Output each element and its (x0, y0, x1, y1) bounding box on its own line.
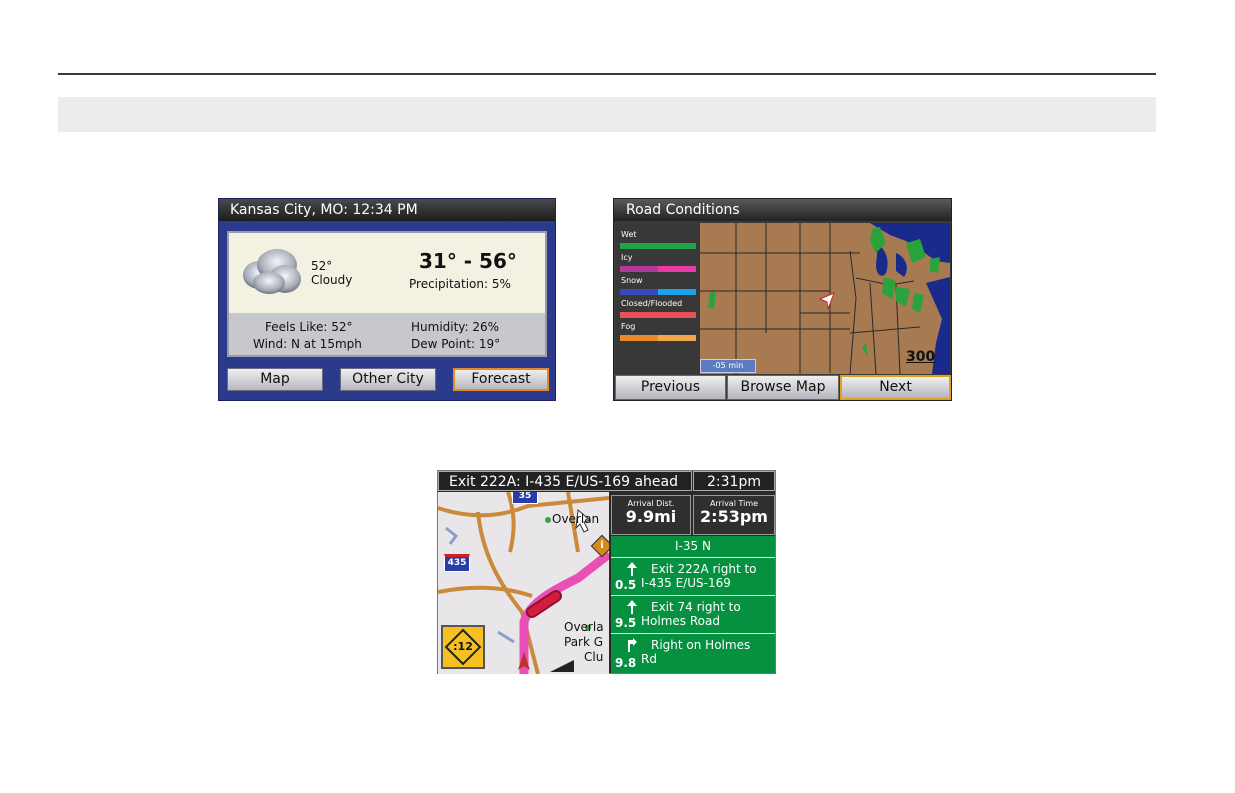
legend-label-snow: Snow (621, 276, 643, 285)
weather-title: Kansas City, MO: 12:34 PM (219, 199, 555, 221)
forecast-button[interactable]: Forecast (453, 368, 549, 391)
road-conditions-panel: Road Conditions Wet Icy Snow Closed/Floo… (613, 198, 952, 401)
legend-swatch-wet (620, 243, 696, 249)
condition-text: Cloudy (311, 273, 353, 287)
turn-line1: Exit 74 right to (651, 600, 741, 614)
feels-like: Feels Like: 52° (265, 320, 353, 334)
legend-label-closed: Closed/Flooded (621, 299, 683, 308)
conditions-map[interactable]: -05 min 300 (700, 223, 950, 374)
turn-item[interactable]: 9.5 Exit 74 right to Holmes Road (611, 595, 775, 633)
next-button[interactable]: Next (840, 375, 951, 400)
humidity: Humidity: 26% (411, 320, 500, 334)
route-435-shield: 435 (444, 554, 470, 572)
straight-arrow-icon (627, 600, 637, 614)
arrival-distance: Arrival Dist. 9.9mi (611, 495, 691, 535)
current-temp: 52° (311, 259, 333, 273)
turn-list[interactable]: I-35 N 0.5 Exit 222A right to I-435 E/US… (611, 536, 775, 673)
header-rule (58, 73, 1156, 75)
turn-distance: 0.5 (615, 578, 637, 592)
place-label-overland: Overlan (552, 512, 600, 526)
precipitation: Precipitation: 5% (409, 277, 511, 291)
legend-swatch-fog (620, 335, 696, 341)
current-road: I-35 N (675, 539, 711, 553)
map-scale: 300 (906, 349, 936, 365)
turn-line2: I-435 E/US-169 (641, 576, 731, 590)
turn-item[interactable]: 0.5 Exit 222A right to I-435 E/US-169 (611, 557, 775, 595)
next-maneuver-banner: Exit 222A: I-435 E/US-169 ahead (438, 471, 692, 491)
wind: Wind: N at 15mph (253, 337, 362, 351)
temp-range: 31° - 56° (419, 249, 517, 273)
route-35-shield: 35 (512, 492, 538, 504)
navigation-panel: Exit 222A: I-435 E/US-169 ahead 2:31pm 3… (437, 470, 776, 674)
turn-distance: 9.8 (615, 656, 637, 670)
conditions-legend: Wet Icy Snow Closed/Flooded Fog (616, 223, 700, 374)
turn-line1: Right on Holmes (651, 638, 751, 652)
turn-item[interactable]: 9.8 Right on Holmes Rd (611, 633, 775, 673)
legend-label-icy: Icy (621, 253, 633, 262)
legend-swatch-icy (620, 266, 696, 272)
arrival-time: Arrival Time 2:53pm (693, 495, 775, 535)
legend-label-fog: Fog (621, 322, 636, 331)
legend-swatch-snow (620, 289, 696, 295)
road-conditions-title: Road Conditions (614, 199, 951, 221)
clock: 2:31pm (693, 471, 775, 491)
place-label-overland-park-3: Clu (584, 650, 604, 664)
place-label-overland-park-1: Overla (564, 620, 604, 634)
traffic-delay-label: :12 (453, 640, 473, 653)
turn-line2: Rd (641, 652, 657, 666)
dew-point: Dew Point: 19° (411, 337, 501, 351)
weather-summary: 52° Cloudy 31° - 56° Precipitation: 5% F… (227, 231, 547, 357)
navigation-map[interactable]: 35 435 Overlan Overla Park G Clu i :12 (438, 492, 609, 674)
turn-line1: Exit 222A right to (651, 562, 757, 576)
place-label-overland-park-2: Park G (564, 635, 604, 649)
traffic-alert-icon[interactable]: :12 (441, 625, 485, 669)
right-turn-icon (628, 638, 637, 652)
time-offset-badge: -05 min (700, 359, 756, 373)
legend-label-wet: Wet (621, 230, 637, 239)
other-city-button[interactable]: Other City (340, 368, 436, 391)
poi-label: i (600, 540, 604, 551)
legend-swatch-closed (620, 312, 696, 318)
arrival-distance-value: 9.9mi (625, 507, 677, 526)
previous-button[interactable]: Previous (615, 375, 726, 400)
cloud-icon (243, 249, 301, 294)
map-button[interactable]: Map (227, 368, 323, 391)
browse-map-button[interactable]: Browse Map (727, 375, 839, 400)
weather-panel: Kansas City, MO: 12:34 PM 52° Cloudy 31°… (218, 198, 556, 401)
weather-details: Feels Like: 52° Wind: N at 15mph Humidit… (229, 313, 545, 355)
turn-line2: Holmes Road (641, 614, 720, 628)
header-band (58, 97, 1156, 132)
turn-distance: 9.5 (615, 616, 637, 630)
straight-arrow-icon (627, 562, 637, 576)
arrival-time-value: 2:53pm (700, 507, 768, 526)
